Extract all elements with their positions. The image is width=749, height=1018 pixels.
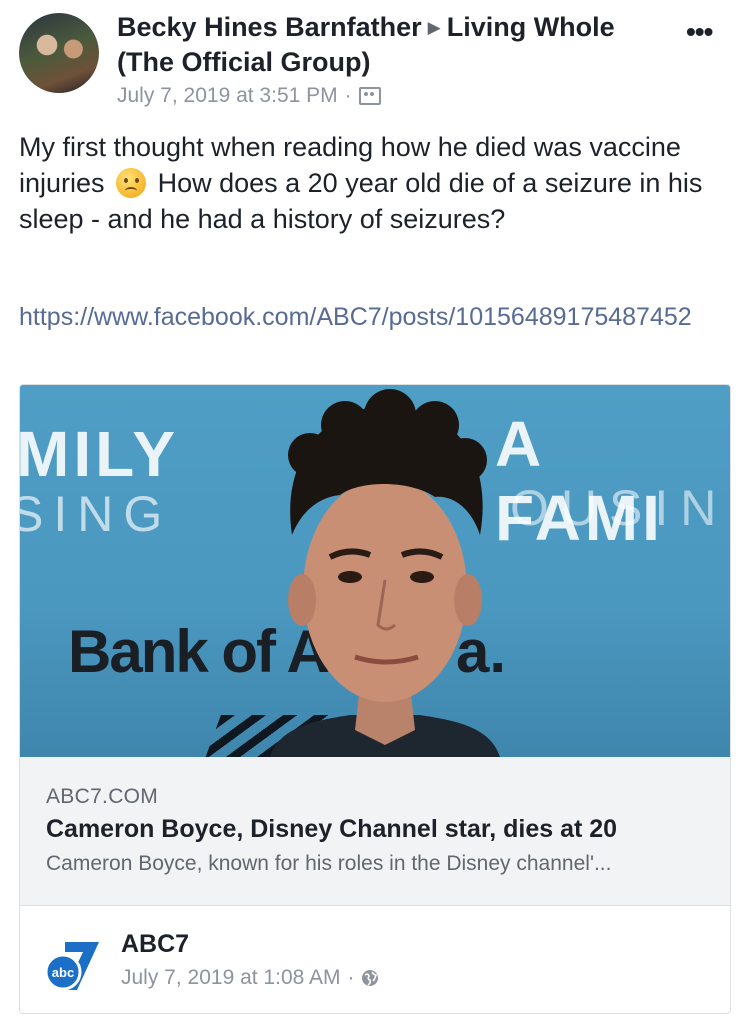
post-timestamp[interactable]: July 7, 2019 at 3:51 PM <box>117 84 338 108</box>
triangle-right-icon: ▶ <box>427 18 441 37</box>
post-meta: July 7, 2019 at 3:51 PM · <box>117 84 677 108</box>
portrait-figure <box>270 389 500 757</box>
card-domain: ABC7.COM <box>46 785 159 808</box>
shared-link-card[interactable]: MILY SING A FAMI OUSIN Bank of A a. ABC7… <box>19 384 731 1014</box>
backdrop-text: SING <box>20 486 173 542</box>
meta-separator: · <box>347 966 355 989</box>
author-name[interactable]: Becky Hines Barnfather <box>117 12 422 42</box>
post-title-line: Becky Hines Barnfather ▶ Living Whole (The… <box>117 10 677 80</box>
frowning-face-emoji-icon <box>116 168 147 198</box>
author-avatar[interactable] <box>19 13 99 93</box>
source-page-name[interactable]: ABC7 <box>121 930 189 959</box>
card-text-area[interactable]: ABC7.COM Cameron Boyce, Disney Channel s… <box>20 757 730 906</box>
globe-icon <box>362 970 379 986</box>
post-link[interactable]: https://www.facebook.com/ABC7/posts/1015… <box>19 299 739 336</box>
group-audience-icon <box>358 87 381 105</box>
source-timestamp[interactable]: July 7, 2019 at 1:08 AM <box>121 966 340 990</box>
meta-separator: · <box>344 84 352 107</box>
card-description: Cameron Boyce, known for his roles in th… <box>46 852 612 875</box>
backdrop-text: OUSIN <box>510 480 729 536</box>
post-header: Becky Hines Barnfather ▶ Living Whole (The… <box>117 10 677 108</box>
article-image[interactable]: MILY SING A FAMI OUSIN Bank of A a. <box>20 385 730 757</box>
source-meta: July 7, 2019 at 1:08 AM · <box>121 966 379 990</box>
backdrop-text: MILY <box>20 418 179 490</box>
original-post-footer: abc ABC7 July 7, 2019 at 1:08 AM · <box>20 906 730 1013</box>
card-title[interactable]: Cameron Boyce, Disney Channel star, dies… <box>46 815 617 844</box>
abc-logo-text: abc <box>52 965 74 980</box>
post-body: My first thought when reading how he die… <box>19 129 731 237</box>
abc7-logo-icon[interactable]: abc <box>43 936 105 992</box>
more-options-icon[interactable]: ••• <box>686 18 713 46</box>
